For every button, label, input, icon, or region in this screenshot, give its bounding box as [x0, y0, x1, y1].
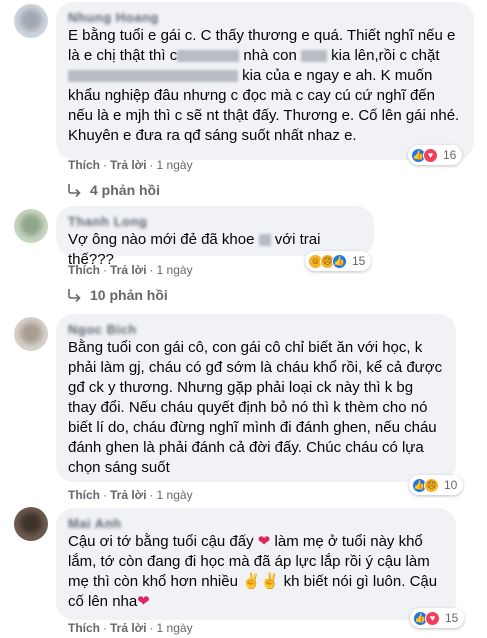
love-reaction-icon: ♥: [425, 610, 440, 626]
like-button[interactable]: Thích: [68, 621, 100, 635]
reaction-count: 10: [444, 478, 458, 492]
reply-arrow-icon: [68, 289, 81, 302]
sad-reaction-icon: ☹: [424, 477, 439, 493]
comment-actions: Thích · Trả lời · 1 ngày: [68, 621, 193, 635]
reaction-summary[interactable]: 👍 ♥ 16: [408, 145, 463, 165]
timestamp[interactable]: 1 ngày: [157, 263, 193, 277]
reply-arrow-icon: [68, 184, 81, 197]
like-button[interactable]: Thích: [68, 158, 100, 172]
reply-button[interactable]: Trả lời: [110, 488, 147, 502]
timestamp[interactable]: 1 ngày: [157, 158, 193, 172]
avatar[interactable]: [14, 507, 48, 541]
timestamp[interactable]: 1 ngày: [157, 621, 193, 635]
reaction-summary[interactable]: 👍 ☹ 10: [409, 475, 464, 495]
avatar[interactable]: [14, 4, 48, 38]
like-button[interactable]: Thích: [68, 488, 100, 502]
comment-bubble: Mai Anh Cậu ơi tớ bằng tuổi cậu đấy ❤ là…: [56, 508, 456, 620]
heart-emoji-icon: ❤: [137, 593, 150, 610]
reaction-count: 16: [443, 148, 457, 162]
comment-text: Bằng tuổi con gái cô, con gái cô chỉ biế…: [68, 339, 447, 476]
avatar[interactable]: [14, 317, 48, 351]
comment-actions: Thích · Trả lời · 1 ngày: [68, 263, 193, 277]
reaction-count: 15: [445, 611, 459, 625]
comment-text: E bằng tuổi e gái c. C thấy thương e quá…: [68, 27, 464, 144]
reaction-count: 15: [352, 254, 366, 268]
avatar[interactable]: [14, 209, 48, 243]
commenter-name[interactable]: Ngoc Bich: [68, 322, 140, 338]
reply-button[interactable]: Trả lời: [110, 621, 147, 635]
view-replies-button[interactable]: 4 phản hồi: [66, 182, 160, 198]
timestamp[interactable]: 1 ngày: [157, 488, 193, 502]
view-replies-button[interactable]: 10 phản hồi: [66, 287, 168, 303]
comment-actions: Thích · Trả lời · 1 ngày: [68, 488, 193, 502]
heart-emoji-icon: ❤: [257, 533, 271, 550]
redacted-text: [177, 50, 240, 63]
redacted-text: [300, 50, 327, 63]
reply-button[interactable]: Trả lời: [110, 158, 147, 172]
like-button[interactable]: Thích: [68, 263, 100, 277]
like-reaction-icon: 👍: [332, 253, 347, 269]
comment-actions: Thích · Trả lời · 1 ngày: [68, 158, 193, 172]
love-reaction-icon: ♥: [423, 147, 438, 163]
hands-emoji-icon: ✌✌: [242, 573, 280, 590]
commenter-name[interactable]: Nhung Hoang: [68, 10, 158, 26]
comment-text: Cậu ơi tớ bằng tuổi cậu đấy ❤ làm mẹ ở t…: [68, 533, 442, 610]
redacted-text: [258, 234, 271, 247]
comment-bubble: Ngoc Bich Bằng tuổi con gái cô, con gái …: [56, 314, 456, 482]
reply-button[interactable]: Trả lời: [110, 263, 147, 277]
commenter-name[interactable]: Thanh Long: [68, 214, 147, 230]
comment-bubble: Thanh Long Vợ ông nào mới đẻ đã khoe với…: [56, 206, 374, 268]
reaction-summary[interactable]: ☺ ☹ 👍 15: [305, 251, 372, 271]
comment-bubble: Nhung Hoang E bằng tuổi e gái c. C thấy …: [56, 2, 474, 160]
redacted-text: [68, 70, 238, 83]
reaction-summary[interactable]: 👍 ♥ 15: [410, 608, 465, 628]
commenter-name[interactable]: Mai Anh: [68, 516, 121, 532]
